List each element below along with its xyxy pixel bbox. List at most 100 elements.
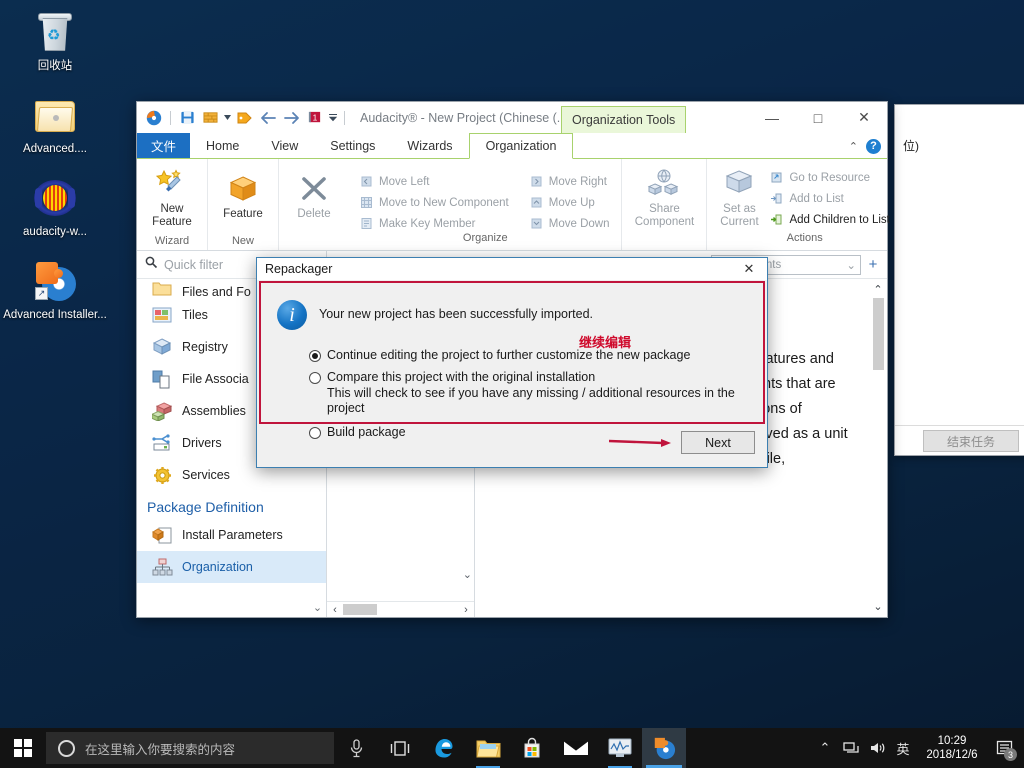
sidebar-item-label: Assemblies xyxy=(182,404,246,418)
sidebar-item-install-parameters[interactable]: Install Parameters xyxy=(137,519,326,551)
move-up-button[interactable]: Move Up xyxy=(529,193,610,212)
move-to-new-component-button[interactable]: Move to New Component xyxy=(359,193,509,212)
desktop-icon-audacity[interactable]: audacity-w... xyxy=(0,174,110,239)
set-as-current-icon xyxy=(723,167,755,201)
end-task-button[interactable]: 结束任务 xyxy=(923,430,1019,452)
contextual-tab-organization-tools[interactable]: Organization Tools xyxy=(561,106,686,133)
ribbon-right-tools: ⌃ ? xyxy=(849,133,881,159)
next-button[interactable]: Next xyxy=(681,431,755,454)
minimize-button[interactable]: — xyxy=(749,102,795,133)
move-down-button[interactable]: Move Down xyxy=(529,214,610,233)
task-view-button[interactable] xyxy=(378,728,422,768)
edge-button[interactable] xyxy=(422,728,466,768)
ribbon-group-wizard: New Feature Wizard xyxy=(137,159,208,250)
desktop-icon-advanced-folder[interactable]: Advanced.... xyxy=(0,91,110,156)
desktop-icon-recycle-bin[interactable]: ♻ 回收站 xyxy=(0,8,110,73)
tab-organization[interactable]: Organization xyxy=(469,133,574,159)
task-manager-button[interactable] xyxy=(598,728,642,768)
delete-button[interactable]: Delete xyxy=(285,163,343,221)
move-down-label: Move Down xyxy=(549,218,610,230)
errors-icon[interactable]: 1 xyxy=(304,108,324,128)
radio-dot-selected[interactable] xyxy=(309,350,321,362)
run-icon[interactable] xyxy=(235,108,255,128)
background-window[interactable]: — □ 位) 结束任务 xyxy=(894,104,1024,456)
taskbar-icons xyxy=(334,728,686,768)
network-icon[interactable] xyxy=(838,728,864,768)
qat-dropdown-icon[interactable] xyxy=(327,108,338,128)
input-method-indicator[interactable]: 英 xyxy=(890,728,916,768)
ribbon-group-label xyxy=(628,247,700,250)
repackager-dialog[interactable]: Repackager ✕ i Your new project has been… xyxy=(256,257,768,468)
quick-filter-input[interactable]: Quick filter xyxy=(164,258,223,272)
add-filter-button[interactable]: + xyxy=(867,256,879,273)
app-logo-icon xyxy=(144,108,164,128)
maximize-button[interactable]: □ xyxy=(795,102,841,133)
tree-horizontal-scrollbar[interactable]: ‹ › xyxy=(327,601,474,617)
save-icon[interactable] xyxy=(177,108,197,128)
notification-center-button[interactable]: 3 xyxy=(988,728,1020,768)
doc-scroll-track[interactable] xyxy=(873,298,884,598)
tray-chevron-icon[interactable]: ⌃ xyxy=(812,728,838,768)
new-feature-wizard-button[interactable]: New Feature xyxy=(143,163,201,229)
move-down-icon xyxy=(529,216,544,231)
tree-scroll-down-icon[interactable]: ⌄ xyxy=(463,568,472,581)
volume-icon[interactable] xyxy=(864,728,890,768)
ribbon-group-organize: Move Left Move to New Component Make Key… xyxy=(349,159,622,250)
tab-wizards[interactable]: Wizards xyxy=(391,133,468,158)
back-icon[interactable] xyxy=(258,108,278,128)
set-as-current-button[interactable]: Set as Current xyxy=(713,163,765,229)
advanced-installer-taskbar-button[interactable] xyxy=(642,728,686,768)
scroll-left-icon[interactable]: ‹ xyxy=(329,604,341,616)
new-feature-button[interactable]: Feature xyxy=(214,163,272,221)
move-left-button[interactable]: Move Left xyxy=(359,172,509,191)
background-window-content: 位) xyxy=(895,135,1024,425)
radio-option-compare-wrapper: Compare this project with the original i… xyxy=(309,370,757,416)
forward-icon[interactable] xyxy=(281,108,301,128)
sidebar-item-label: Tiles xyxy=(182,308,208,322)
share-component-button[interactable]: Share Component xyxy=(628,163,700,229)
tab-home[interactable]: Home xyxy=(190,133,255,158)
new-feature-wizard-label: New Feature xyxy=(152,203,192,229)
ribbon-group-delete: Delete xyxy=(279,159,349,250)
taskbar-search-box[interactable]: 在这里输入你要搜索的内容 xyxy=(46,732,334,764)
radio-option-compare[interactable]: Compare this project with the original i… xyxy=(309,370,757,385)
desktop-icon-advanced-installer[interactable]: ↗ Advanced Installer... xyxy=(0,257,110,322)
scroll-up-icon[interactable]: ⌃ xyxy=(873,283,882,296)
sidebar-item-organization[interactable]: Organization xyxy=(137,551,326,583)
microsoft-store-button[interactable] xyxy=(510,728,554,768)
radio-dot[interactable] xyxy=(309,372,321,384)
build-dropdown-icon[interactable] xyxy=(223,108,232,128)
ribbon-group-label xyxy=(285,247,343,250)
chevron-down-icon[interactable]: ⌄ xyxy=(846,258,856,272)
scroll-right-icon[interactable]: › xyxy=(460,604,472,616)
doc-scroll-thumb xyxy=(873,298,884,370)
quick-access-toolbar[interactable]: 1 xyxy=(137,108,348,128)
close-button[interactable]: ✕ xyxy=(841,102,887,133)
scroll-down-icon[interactable]: ⌄ xyxy=(873,600,882,613)
tab-view[interactable]: View xyxy=(255,133,314,158)
sidebar-scroll-down-icon[interactable]: ⌄ xyxy=(311,599,324,615)
dialog-close-button[interactable]: ✕ xyxy=(731,258,767,280)
qat-separator xyxy=(170,111,171,125)
doc-vertical-scrollbar[interactable]: ⌃ ⌄ xyxy=(871,283,885,613)
build-icon[interactable] xyxy=(200,108,220,128)
tab-settings[interactable]: Settings xyxy=(314,133,391,158)
radio-option-continue-editing[interactable]: Continue editing the project to further … xyxy=(309,348,757,363)
collapse-ribbon-icon[interactable]: ⌃ xyxy=(849,140,858,153)
file-explorer-button[interactable] xyxy=(466,728,510,768)
hscroll-thumb[interactable] xyxy=(343,604,377,615)
make-key-member-button[interactable]: Make Key Member xyxy=(359,214,509,233)
clock[interactable]: 10:29 2018/12/6 xyxy=(916,728,988,768)
add-to-list-button[interactable]: Add to List xyxy=(769,189,889,208)
app-title: Audacity® - New Project (Chinese (... xyxy=(360,111,567,125)
go-to-resource-button[interactable]: Go to Resource xyxy=(769,168,889,187)
start-button[interactable] xyxy=(0,728,46,768)
help-icon[interactable]: ? xyxy=(866,139,881,154)
add-children-to-list-button[interactable]: Add Children to List xyxy=(769,210,889,229)
move-right-button[interactable]: Move Right xyxy=(529,172,610,191)
search-input[interactable]: 在这里输入你要搜索的内容 xyxy=(85,739,235,758)
tab-file[interactable]: 文件 xyxy=(137,133,190,158)
actions-column-1: Go to Resource Add to List Add Children … xyxy=(765,163,895,229)
mail-button[interactable] xyxy=(554,728,598,768)
cortana-mic-button[interactable] xyxy=(334,728,378,768)
